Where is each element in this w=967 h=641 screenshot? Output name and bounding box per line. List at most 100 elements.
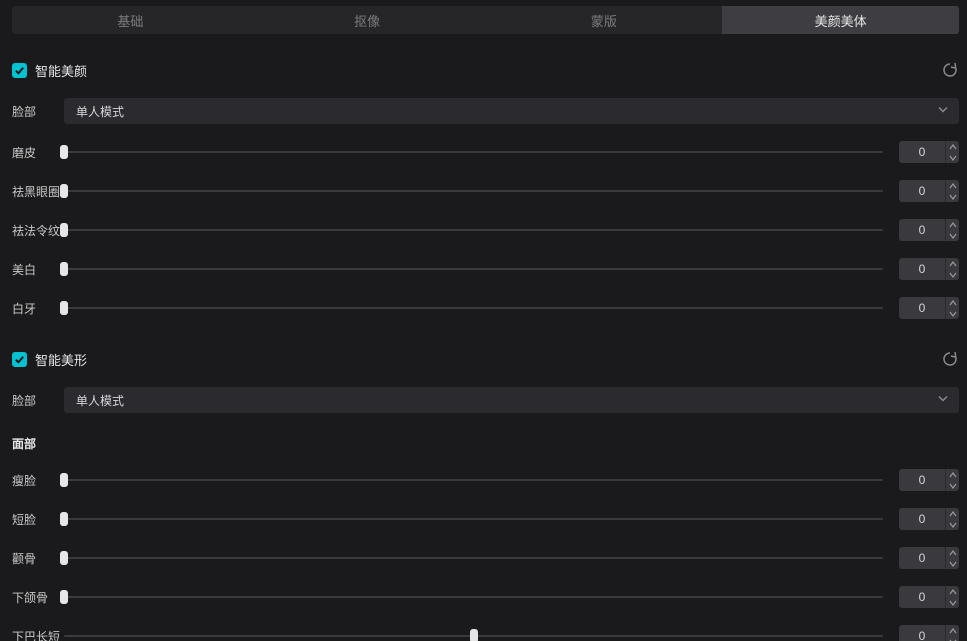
spinner-down-button[interactable] <box>946 519 959 530</box>
tab-basic[interactable]: 基础 <box>12 6 249 34</box>
beauty-face-label: 脸部 <box>12 103 64 120</box>
shape-face-label: 脸部 <box>12 392 64 409</box>
check-icon <box>14 354 25 365</box>
shape-checkbox[interactable] <box>12 352 27 367</box>
beauty-checkbox[interactable] <box>12 63 27 78</box>
slider-row-heiyanquan: 祛黑眼圈 0 <box>12 180 959 202</box>
slider-thumb[interactable] <box>60 184 68 198</box>
slider-row-falingwen: 祛法令纹 0 <box>12 219 959 241</box>
slider-label: 下颌骨 <box>12 589 64 606</box>
slider-thumb[interactable] <box>60 512 68 526</box>
spinner-up-button[interactable] <box>946 258 959 269</box>
slider-row-xiahegu: 下颌骨 0 <box>12 586 959 608</box>
slider-track-heiyanquan[interactable] <box>64 190 883 192</box>
spinner-up-button[interactable] <box>946 508 959 519</box>
beauty-face-mode-select[interactable]: 单人模式 <box>64 98 959 124</box>
spinner-up-button[interactable] <box>946 180 959 191</box>
tab-mask[interactable]: 蒙版 <box>486 6 723 34</box>
spinner-xiahegu: 0 <box>899 586 959 608</box>
slider-track-xiaba[interactable] <box>64 635 883 637</box>
beauty-title: 智能美颜 <box>35 61 87 80</box>
spinner-down-button[interactable] <box>946 597 959 608</box>
tab-cutout[interactable]: 抠像 <box>249 6 486 34</box>
slider-track-meibai[interactable] <box>64 268 883 270</box>
beauty-reset-button[interactable] <box>941 61 959 79</box>
reset-icon <box>942 351 958 367</box>
slider-row-xiaba: 下巴长短 0 <box>12 625 959 641</box>
slider-row-meibai: 美白 0 <box>12 258 959 280</box>
top-tabs: 基础 抠像 蒙版 美颜美体 <box>12 6 959 34</box>
spinner-down-button[interactable] <box>946 636 959 641</box>
spinner-down-button[interactable] <box>946 558 959 569</box>
spinner-up-button[interactable] <box>946 547 959 558</box>
slider-track-shoulian[interactable] <box>64 479 883 481</box>
slider-thumb[interactable] <box>60 262 68 276</box>
spinner-value[interactable]: 0 <box>899 469 945 491</box>
slider-thumb[interactable] <box>60 551 68 565</box>
slider-row-shoulian: 瘦脸 0 <box>12 469 959 491</box>
spinner-up-button[interactable] <box>946 625 959 636</box>
spinner-down-button[interactable] <box>946 269 959 280</box>
slider-row-duanlian: 短脸 0 <box>12 508 959 530</box>
spinner-value[interactable]: 0 <box>899 508 945 530</box>
section-shape-header: 智能美形 <box>12 349 959 369</box>
slider-track-mopi[interactable] <box>64 151 883 153</box>
spinner-value[interactable]: 0 <box>899 180 945 202</box>
spinner-up-button[interactable] <box>946 586 959 597</box>
spinner-baiya: 0 <box>899 297 959 319</box>
shape-title: 智能美形 <box>35 350 87 369</box>
shape-face-mode-select[interactable]: 单人模式 <box>64 387 959 413</box>
spinner-heiyanquan: 0 <box>899 180 959 202</box>
slider-thumb[interactable] <box>60 145 68 159</box>
shape-face-row: 脸部 单人模式 <box>12 387 959 413</box>
slider-label: 下巴长短 <box>12 628 64 641</box>
spinner-up-button[interactable] <box>946 219 959 230</box>
sub-heading-face: 面部 <box>12 435 959 452</box>
slider-label: 美白 <box>12 261 64 278</box>
slider-thumb[interactable] <box>60 473 68 487</box>
tab-beautify[interactable]: 美颜美体 <box>722 6 959 34</box>
slider-row-mopi: 磨皮 0 <box>12 141 959 163</box>
spinner-falingwen: 0 <box>899 219 959 241</box>
spinner-down-button[interactable] <box>946 152 959 163</box>
shape-reset-button[interactable] <box>941 350 959 368</box>
spinner-up-button[interactable] <box>946 141 959 152</box>
spinner-value[interactable]: 0 <box>899 297 945 319</box>
spinner-up-button[interactable] <box>946 469 959 480</box>
beauty-face-mode-value: 单人模式 <box>76 103 124 120</box>
chevron-down-icon <box>937 393 949 408</box>
spinner-down-button[interactable] <box>946 230 959 241</box>
slider-thumb[interactable] <box>60 223 68 237</box>
slider-label: 颧骨 <box>12 550 64 567</box>
slider-thumb[interactable] <box>470 629 478 641</box>
spinner-down-button[interactable] <box>946 480 959 491</box>
slider-row-quangu: 颧骨 0 <box>12 547 959 569</box>
reset-icon <box>942 62 958 78</box>
spinner-value[interactable]: 0 <box>899 625 945 641</box>
spinner-value[interactable]: 0 <box>899 586 945 608</box>
spinner-value[interactable]: 0 <box>899 141 945 163</box>
spinner-shoulian: 0 <box>899 469 959 491</box>
spinner-value[interactable]: 0 <box>899 547 945 569</box>
spinner-value[interactable]: 0 <box>899 258 945 280</box>
beauty-face-row: 脸部 单人模式 <box>12 98 959 124</box>
slider-track-quangu[interactable] <box>64 557 883 559</box>
spinner-duanlian: 0 <box>899 508 959 530</box>
slider-track-duanlian[interactable] <box>64 518 883 520</box>
slider-thumb[interactable] <box>60 301 68 315</box>
spinner-down-button[interactable] <box>946 308 959 319</box>
section-beauty-header: 智能美颜 <box>12 60 959 80</box>
spinner-up-button[interactable] <box>946 297 959 308</box>
spinner-value[interactable]: 0 <box>899 219 945 241</box>
chevron-down-icon <box>937 104 949 119</box>
spinner-mopi: 0 <box>899 141 959 163</box>
slider-label: 祛法令纹 <box>12 222 64 239</box>
slider-track-xiahegu[interactable] <box>64 596 883 598</box>
slider-thumb[interactable] <box>60 590 68 604</box>
slider-label: 磨皮 <box>12 144 64 161</box>
slider-track-falingwen[interactable] <box>64 229 883 231</box>
spinner-xiaba: 0 <box>899 625 959 641</box>
slider-label: 短脸 <box>12 511 64 528</box>
spinner-down-button[interactable] <box>946 191 959 202</box>
slider-track-baiya[interactable] <box>64 307 883 309</box>
